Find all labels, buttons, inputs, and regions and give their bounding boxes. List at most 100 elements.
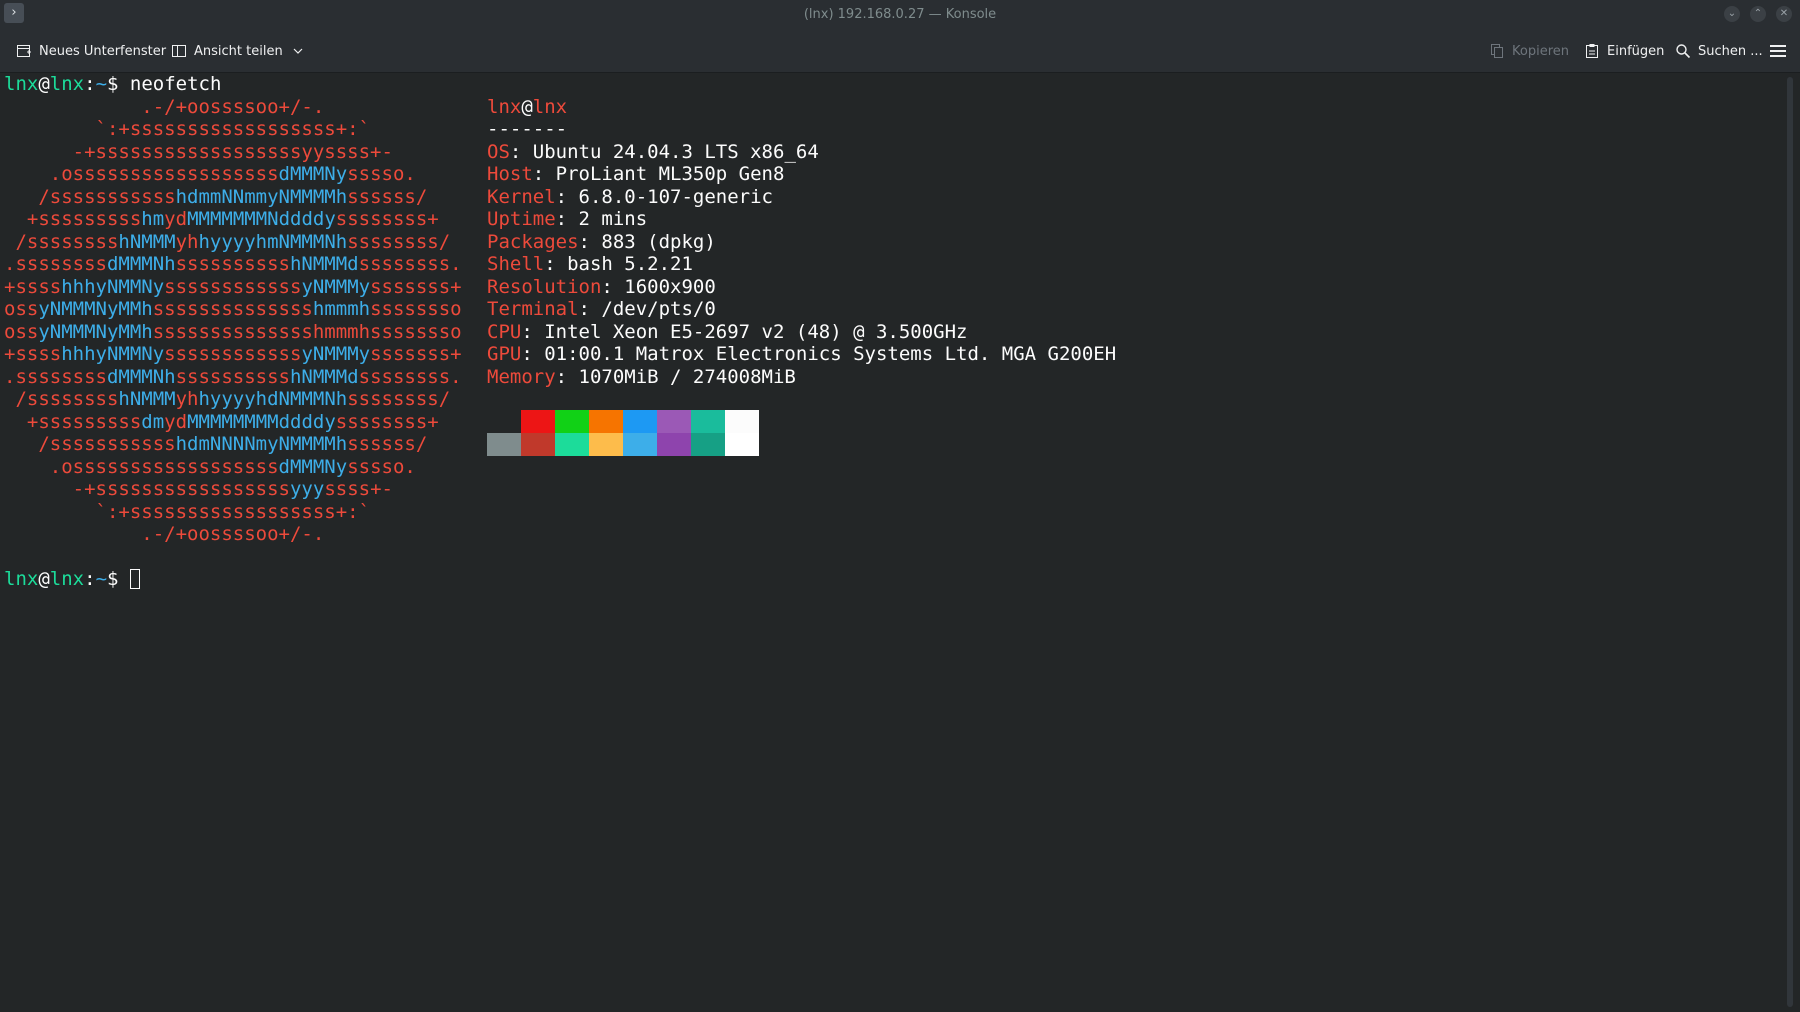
ascii-art-segment: sssssssssssssshmmmhssssssso bbox=[152, 320, 462, 343]
ascii-art-segment: hyyyyhdNMMMNh bbox=[198, 388, 348, 410]
maximize-button[interactable]: ⌃ bbox=[1750, 6, 1766, 22]
info-key: Resolution bbox=[487, 275, 602, 298]
prompt-colon: : bbox=[84, 73, 96, 95]
info-key: Packages bbox=[487, 230, 579, 253]
ascii-art-segment: ssssssssssss bbox=[164, 275, 302, 298]
ascii-art-segment: -+sssssssssssssssss bbox=[4, 478, 290, 500]
ascii-art-segment: ssssssssssss bbox=[164, 343, 302, 365]
info-colon: : bbox=[555, 365, 579, 388]
color-swatch bbox=[521, 433, 555, 456]
prompt-at: @ bbox=[38, 73, 50, 95]
ascii-art-line: /sssssssshNMMMyhhyyyyhmNMMMNhssssssss/ bbox=[4, 231, 450, 253]
prompt-host: lnx bbox=[49, 73, 85, 95]
color-swatch bbox=[589, 433, 623, 456]
minimize-button[interactable]: ⌄ bbox=[1724, 6, 1740, 22]
ascii-art-segment: ssssssss+ bbox=[335, 208, 439, 230]
info-value: 6.8.0-107-generic bbox=[578, 185, 773, 208]
prompt-path: ~ bbox=[95, 568, 108, 590]
search-button[interactable]: Suchen ... bbox=[1675, 41, 1763, 61]
terminal-output[interactable]: lnx@lnx:~$ neofetch .-/+oossssoo+/-. `:+… bbox=[0, 73, 1782, 1012]
info-user: lnx bbox=[487, 95, 522, 118]
info-colon: : bbox=[544, 253, 568, 275]
ascii-art-segment: +sssssssss bbox=[4, 410, 142, 433]
ascii-art-segment: hNMMM bbox=[118, 388, 176, 410]
ascii-art-segment: sssssss+ bbox=[370, 275, 462, 298]
color-swatch bbox=[657, 410, 691, 433]
prompt-dollar: $ bbox=[107, 568, 130, 590]
info-row: Uptime: 2 mins bbox=[487, 208, 647, 230]
prompt-colon: : bbox=[84, 568, 96, 590]
copy-button[interactable]: Kopieren bbox=[1489, 41, 1569, 61]
color-swatch bbox=[487, 433, 521, 456]
ascii-art-segment: ssssssss/ bbox=[347, 388, 451, 410]
ascii-art-segment: ssssssss/ bbox=[347, 230, 451, 253]
ascii-art-segment: .ossssssssssssssssss bbox=[4, 163, 279, 185]
ascii-art-line: `:+ssssssssssssssssss+:` bbox=[4, 500, 371, 523]
info-value: 2 mins bbox=[578, 208, 648, 230]
ascii-art-segment: ssssssssssssss bbox=[152, 298, 313, 320]
prompt-host: lnx bbox=[49, 568, 85, 590]
ascii-art-segment: .ssssssss bbox=[4, 253, 107, 275]
title-bar: › (lnx) 192.168.0.27 — Konsole ⌄ ⌃ ✕ bbox=[0, 0, 1800, 30]
info-key: Kernel bbox=[487, 185, 556, 208]
color-swatch bbox=[555, 410, 589, 433]
ascii-art-segment: +ssss bbox=[4, 343, 62, 365]
ascii-art-segment: hdmmNNmmyNMMMMh bbox=[175, 185, 348, 208]
command-text: neofetch bbox=[129, 73, 222, 95]
ascii-art-line: .ssssssssdMMMNhsssssssssshNMMMdssssssss. bbox=[4, 366, 462, 388]
info-colon: : bbox=[555, 185, 579, 208]
paste-button[interactable]: Einfügen bbox=[1584, 41, 1664, 61]
info-key: GPU bbox=[487, 343, 522, 365]
search-icon bbox=[1676, 44, 1691, 59]
prompt-path: ~ bbox=[95, 73, 108, 95]
hamburger-menu-button[interactable] bbox=[1770, 41, 1793, 61]
ascii-art-line: .ossssssssssssssssssdMMMNysssso. bbox=[4, 456, 416, 478]
color-swatch bbox=[521, 410, 555, 433]
ascii-art-segment: .-/+oossssoo+/-. bbox=[4, 95, 325, 118]
scrollbar-thumb[interactable] bbox=[1787, 77, 1793, 1007]
split-view-button[interactable]: Ansicht teilen bbox=[171, 41, 303, 61]
info-colon: : bbox=[555, 208, 579, 230]
ascii-art-segment: ssssssss. bbox=[358, 253, 462, 275]
ascii-art-line: /sssssssshNMMMyhhyyyyhdNMMMNhssssssss/ bbox=[4, 388, 450, 410]
ascii-art-segment: dMMMNy bbox=[278, 455, 348, 478]
ascii-art-segment: sssso. bbox=[347, 455, 416, 478]
ascii-art-segment: ssssssssss bbox=[175, 253, 290, 275]
ascii-art-segment: `:+ssssssssssssssssss+:` bbox=[4, 500, 371, 523]
info-value: /dev/pts/0 bbox=[601, 298, 716, 320]
ascii-art-segment: +sssssssss bbox=[4, 208, 142, 230]
ascii-art-segment: dMMMNh bbox=[106, 365, 176, 388]
new-tab-label: Neues Unterfenster bbox=[39, 43, 167, 59]
ascii-art-line: .ssssssssdMMMNhsssssssssshNMMMdssssssss. bbox=[4, 253, 462, 275]
prompt-line: lnx@lnx:~$ bbox=[4, 568, 140, 590]
ascii-art-line: /ssssssssssshdmNNNNmyNMMMMhssssss/ bbox=[4, 433, 427, 455]
info-row: OS: Ubuntu 24.04.3 LTS x86_64 bbox=[487, 141, 819, 163]
copy-icon bbox=[1491, 44, 1503, 58]
info-user-host: lnx@lnx bbox=[487, 96, 567, 118]
toolbar: Neues Unterfenster Ansicht teilen Kopier… bbox=[0, 30, 1800, 73]
ascii-art-segment: yNMMMNyMMh bbox=[38, 298, 153, 320]
info-colon: : bbox=[601, 275, 625, 298]
info-colon: : bbox=[578, 230, 602, 253]
color-swatch bbox=[725, 410, 759, 433]
ascii-art-line: +ssssssssshmydMMMMMMMNddddyssssssss+ bbox=[4, 208, 439, 230]
new-tab-icon bbox=[17, 45, 31, 57]
close-button[interactable]: ✕ bbox=[1776, 6, 1792, 22]
ascii-art-line: .ossssssssssssssssssdMMMNysssso. bbox=[4, 163, 416, 185]
ascii-art-segment: hNMMMd bbox=[289, 365, 359, 388]
info-colon: : bbox=[532, 163, 556, 185]
ascii-art-segment: .-/+oossssoo+/-. bbox=[4, 523, 325, 545]
new-tab-button[interactable]: Neues Unterfenster bbox=[16, 41, 166, 61]
ascii-art-line: .-/+oossssoo+/-. bbox=[4, 96, 324, 118]
ascii-art-line: .-/+oossssoo+/-. bbox=[4, 523, 324, 545]
info-key: Shell bbox=[487, 253, 545, 275]
scrollbar[interactable] bbox=[1782, 73, 1800, 1012]
ascii-art-segment: hmmmh bbox=[312, 298, 371, 320]
text-cursor bbox=[129, 569, 140, 589]
ascii-art-segment: oss bbox=[4, 320, 39, 343]
ascii-art-segment: yd bbox=[164, 208, 188, 230]
info-row: Shell: bash 5.2.21 bbox=[487, 253, 693, 275]
color-swatch bbox=[589, 410, 623, 433]
ascii-art-segment: hyyyyhmNMMMNh bbox=[198, 230, 348, 253]
ascii-art-segment: /ssssssss bbox=[4, 230, 119, 253]
